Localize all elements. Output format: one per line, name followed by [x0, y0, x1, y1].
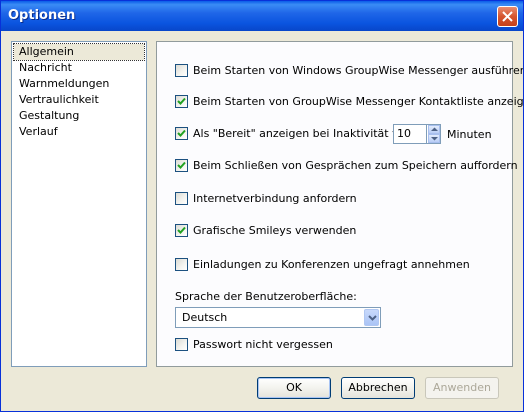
arrow-up-icon	[431, 127, 438, 131]
checkmark-icon	[177, 226, 186, 234]
language-value: Deutsch	[182, 311, 228, 324]
option-label: Beim Starten von Windows GroupWise Messe…	[193, 64, 524, 77]
option-label: Passwort nicht vergessen	[193, 338, 333, 351]
inactivity-stepper[interactable]: 10	[393, 124, 441, 144]
language-select[interactable]: Deutsch	[175, 307, 381, 328]
checkbox[interactable]	[175, 127, 188, 140]
category-item-vertraulichkeit[interactable]: Vertraulichkeit	[14, 92, 144, 108]
category-item-gestaltung[interactable]: Gestaltung	[14, 108, 144, 124]
option-label: Als "Bereit" anzeigen bei Inaktivität vo…	[193, 127, 413, 140]
arrow-down-icon	[431, 137, 438, 141]
checkmark-icon	[177, 97, 186, 105]
spin-up-button[interactable]	[428, 125, 440, 134]
dropdown-button[interactable]	[364, 309, 379, 326]
inactivity-unit-label: Minuten	[447, 128, 492, 141]
language-label: Sprache der Benutzeroberfläche:	[175, 290, 357, 303]
checkmark-icon	[177, 129, 186, 137]
checkbox[interactable]	[175, 159, 188, 172]
options-dialog: Optionen Allgemein Nachricht Warnmeldung…	[0, 0, 524, 412]
chevron-down-icon	[368, 315, 377, 321]
cancel-button[interactable]: Abbrechen	[341, 377, 415, 399]
close-button[interactable]	[497, 6, 518, 27]
option-label: Grafische Smileys verwenden	[193, 224, 357, 237]
category-item-warnmeldungen[interactable]: Warnmeldungen	[14, 76, 144, 92]
window-title: Optionen	[8, 8, 76, 23]
spin-down-button[interactable]	[428, 134, 440, 143]
ok-button[interactable]: OK	[257, 377, 331, 399]
checkmark-icon	[177, 161, 186, 169]
checkbox[interactable]	[175, 224, 188, 237]
option-label: Einladungen zu Konferenzen ungefragt ann…	[193, 258, 470, 271]
option-label: Beim Schließen von Gesprächen zum Speich…	[193, 159, 518, 172]
inactivity-input[interactable]: 10	[393, 124, 427, 144]
spin-buttons	[427, 124, 441, 144]
option-label: Beim Starten von GroupWise Messenger Kon…	[193, 95, 524, 108]
close-icon	[502, 11, 513, 22]
option-label: Internetverbindung anfordern	[193, 192, 357, 205]
checkbox[interactable]	[175, 192, 188, 205]
checkbox[interactable]	[175, 64, 188, 77]
checkbox[interactable]	[175, 95, 188, 108]
checkbox[interactable]	[175, 338, 188, 351]
category-item-verlauf[interactable]: Verlauf	[14, 124, 144, 140]
settings-panel: Beim Starten von Windows GroupWise Messe…	[156, 41, 523, 367]
apply-button[interactable]: Anwenden	[425, 377, 499, 399]
category-item-allgemein[interactable]: Allgemein	[13, 43, 145, 61]
title-bar[interactable]: Optionen	[1, 1, 523, 31]
checkbox[interactable]	[175, 258, 188, 271]
category-list[interactable]: Allgemein Nachricht Warnmeldungen Vertra…	[11, 41, 147, 367]
category-item-nachricht[interactable]: Nachricht	[14, 60, 144, 76]
